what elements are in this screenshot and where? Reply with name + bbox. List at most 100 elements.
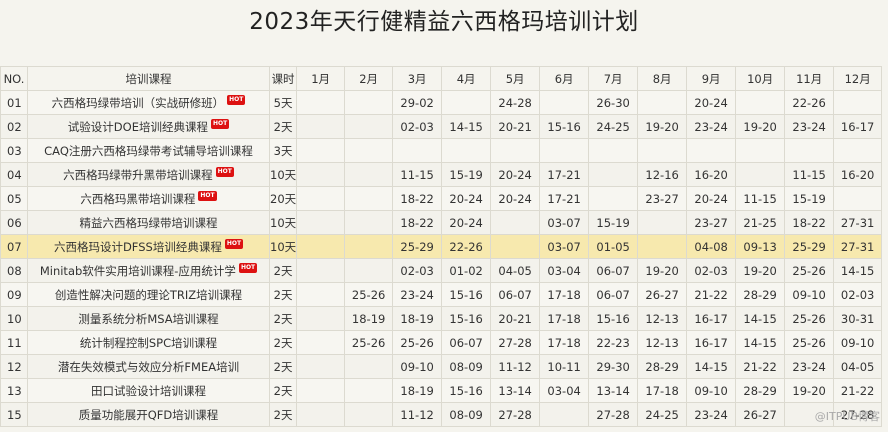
month-date-cell: 17-18: [540, 331, 589, 355]
course-name-cell: 创造性解决问题的理论TRIZ培训课程: [28, 283, 270, 307]
month-date-cell: 23-24: [785, 355, 834, 379]
month-date-cell: 06-07: [491, 283, 540, 307]
course-hours: 2天: [270, 283, 297, 307]
row-number: 10: [1, 307, 28, 331]
month-date-cell: 02-03: [393, 259, 442, 283]
month-date-cell: 04-08: [687, 235, 736, 259]
course-name[interactable]: CAQ注册六西格玛绿带考试辅导培训课程: [44, 144, 253, 158]
month-date-cell: 14-15: [834, 259, 882, 283]
row-number: 09: [1, 283, 28, 307]
month-date-cell: 20-21: [491, 115, 540, 139]
month-date-cell: [345, 115, 393, 139]
month-date-cell: [345, 355, 393, 379]
month-date-cell: 21-22: [736, 355, 785, 379]
table-row: 03CAQ注册六西格玛绿带考试辅导培训课程3天: [1, 139, 882, 163]
month-date-cell: 25-26: [393, 331, 442, 355]
month-date-cell: 03-07: [540, 211, 589, 235]
course-name-cell: 质量功能展开QFD培训课程: [28, 403, 270, 427]
month-date-cell: 09-10: [785, 283, 834, 307]
month-date-cell: 15-16: [589, 307, 638, 331]
month-date-cell: [345, 403, 393, 427]
course-hours: 2天: [270, 115, 297, 139]
course-hours: 5天: [270, 91, 297, 115]
month-date-cell: 02-03: [687, 259, 736, 283]
month-date-cell: [834, 187, 882, 211]
month-date-cell: [540, 91, 589, 115]
hot-badge-icon: HOT: [239, 263, 257, 273]
month-date-cell: 04-05: [491, 259, 540, 283]
course-hours: 10天: [270, 211, 297, 235]
header-month: 6月: [540, 67, 589, 91]
watermark: @ITPUB博客: [815, 408, 880, 424]
course-name[interactable]: 六西格玛设计DFSS培训经典课程: [54, 240, 222, 254]
month-date-cell: 19-20: [638, 115, 687, 139]
month-date-cell: [297, 139, 345, 163]
month-date-cell: 02-03: [393, 115, 442, 139]
course-name-cell: CAQ注册六西格玛绿带考试辅导培训课程: [28, 139, 270, 163]
month-date-cell: 25-26: [785, 331, 834, 355]
course-name[interactable]: 六西格玛绿带升黑带培训课程: [63, 168, 213, 182]
course-hours: 2天: [270, 307, 297, 331]
course-name[interactable]: 六西格玛绿带培训（实战研修班）: [52, 96, 225, 110]
course-name[interactable]: 精益六西格玛绿带培训课程: [80, 216, 218, 230]
course-name-cell: 田口试验设计培训课程: [28, 379, 270, 403]
header-month: 2月: [345, 67, 393, 91]
month-date-cell: 25-26: [345, 331, 393, 355]
course-name-cell: 试验设计DOE培训经典课程HOT: [28, 115, 270, 139]
course-name[interactable]: Minitab软件实用培训课程-应用统计学: [40, 264, 236, 278]
month-date-cell: 25-26: [785, 259, 834, 283]
month-date-cell: 12-13: [638, 331, 687, 355]
month-date-cell: [638, 91, 687, 115]
month-date-cell: 23-27: [638, 187, 687, 211]
header-course: 培训课程: [28, 67, 270, 91]
month-date-cell: [297, 211, 345, 235]
month-date-cell: [442, 91, 491, 115]
header-month: 7月: [589, 67, 638, 91]
course-name[interactable]: 统计制程控制SPC培训课程: [80, 336, 217, 350]
month-date-cell: [393, 139, 442, 163]
month-date-cell: 03-04: [540, 259, 589, 283]
month-date-cell: 14-15: [736, 307, 785, 331]
month-date-cell: 15-16: [540, 115, 589, 139]
month-date-cell: 01-05: [589, 235, 638, 259]
month-date-cell: 27-28: [491, 403, 540, 427]
month-date-cell: 23-24: [687, 115, 736, 139]
course-name[interactable]: 质量功能展开QFD培训课程: [79, 408, 219, 422]
hot-badge-icon: HOT: [227, 95, 245, 105]
month-date-cell: [345, 187, 393, 211]
month-date-cell: 14-15: [687, 355, 736, 379]
course-name[interactable]: 创造性解决问题的理论TRIZ培训课程: [55, 288, 242, 302]
course-name[interactable]: 田口试验设计培训课程: [91, 384, 206, 398]
header-row: NO.培训课程课时1月2月3月4月5月6月7月8月9月10月11月12月: [1, 67, 882, 91]
course-hours: 2天: [270, 259, 297, 283]
month-date-cell: 04-05: [834, 355, 882, 379]
header-no: NO.: [1, 67, 28, 91]
row-number: 15: [1, 403, 28, 427]
month-date-cell: [736, 163, 785, 187]
month-date-cell: 23-24: [393, 283, 442, 307]
course-name-cell: 六西格玛设计DFSS培训经典课程HOT: [28, 235, 270, 259]
month-date-cell: 14-15: [442, 115, 491, 139]
course-name[interactable]: 六西格玛黑带培训课程: [80, 192, 195, 206]
month-date-cell: 17-18: [540, 283, 589, 307]
month-date-cell: [589, 139, 638, 163]
month-date-cell: [491, 139, 540, 163]
course-name[interactable]: 测量系统分析MSA培训课程: [78, 312, 218, 326]
course-hours: 3天: [270, 139, 297, 163]
month-date-cell: 20-24: [442, 187, 491, 211]
month-date-cell: 20-24: [687, 91, 736, 115]
course-name[interactable]: 潜在失效模式与效应分析FMEA培训: [58, 360, 239, 374]
month-date-cell: 11-15: [393, 163, 442, 187]
month-date-cell: 20-24: [491, 187, 540, 211]
month-date-cell: 06-07: [589, 259, 638, 283]
month-date-cell: 28-29: [638, 355, 687, 379]
table-row: 01六西格玛绿带培训（实战研修班）HOT5天29-0224-2826-3020-…: [1, 91, 882, 115]
course-name[interactable]: 试验设计DOE培训经典课程: [68, 120, 208, 134]
table-row: 07六西格玛设计DFSS培训经典课程HOT10天25-2922-2603-070…: [1, 235, 882, 259]
month-date-cell: [638, 211, 687, 235]
hot-badge-icon: HOT: [198, 191, 216, 201]
month-date-cell: 06-07: [589, 283, 638, 307]
row-number: 08: [1, 259, 28, 283]
month-date-cell: 08-09: [442, 355, 491, 379]
month-date-cell: 22-23: [589, 331, 638, 355]
